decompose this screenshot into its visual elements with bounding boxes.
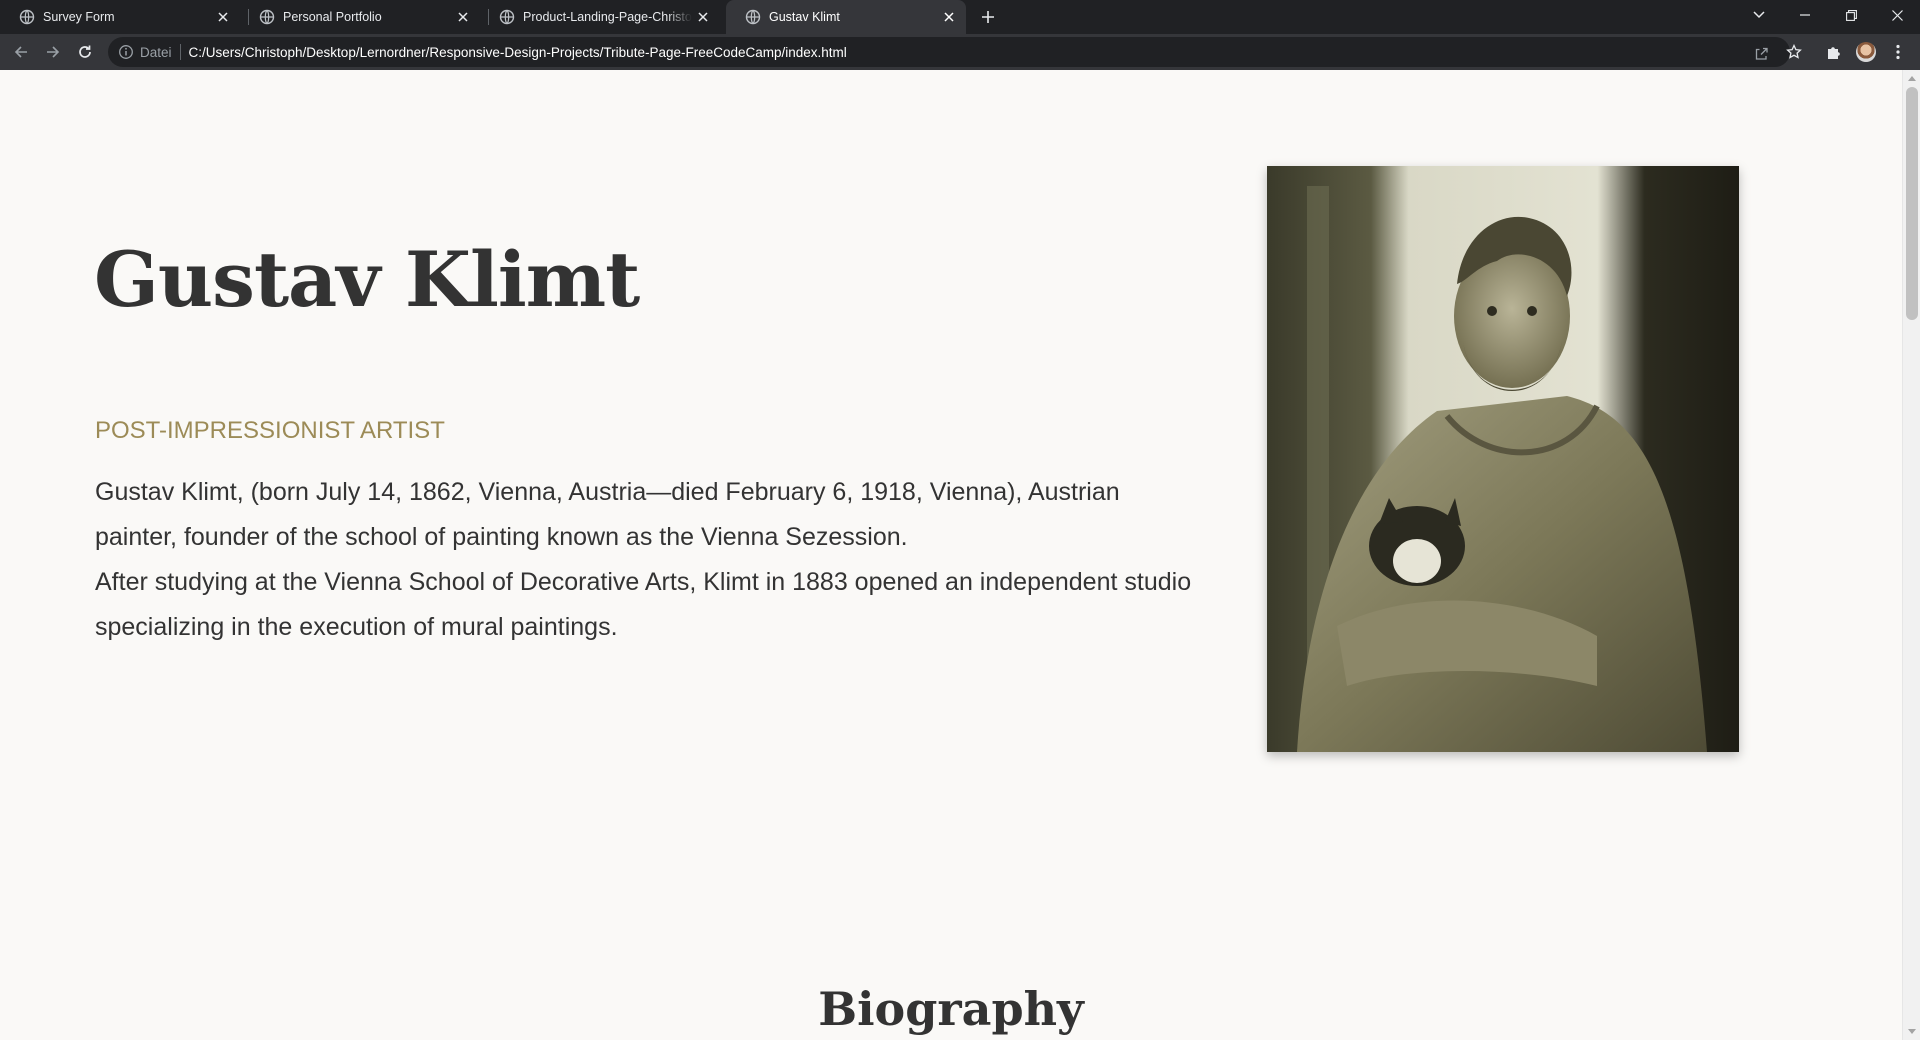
scroll-up-arrow-icon[interactable] xyxy=(1908,76,1916,81)
arrow-left-icon xyxy=(14,46,27,58)
restore-button[interactable] xyxy=(1828,0,1874,30)
profile-button[interactable] xyxy=(1853,39,1879,65)
globe-icon xyxy=(745,9,761,25)
new-tab-button[interactable] xyxy=(976,5,1000,29)
klimt-portrait-image xyxy=(1267,166,1739,752)
scrollbar-thumb[interactable] xyxy=(1906,87,1918,320)
back-button[interactable] xyxy=(8,39,34,65)
minimize-button[interactable] xyxy=(1782,0,1828,30)
reload-icon xyxy=(79,45,91,58)
globe-icon xyxy=(19,9,35,25)
tab-search-button[interactable] xyxy=(1736,0,1782,30)
url-text[interactable]: C:/Users/Christoph/Desktop/Lernordner/Re… xyxy=(189,45,847,60)
biography-heading: Biography xyxy=(818,982,1084,1036)
share-button[interactable] xyxy=(1750,42,1772,64)
menu-button[interactable] xyxy=(1885,39,1911,65)
restore-icon xyxy=(1845,9,1857,21)
tab-title: Survey Form xyxy=(43,10,115,24)
plus-icon xyxy=(982,11,994,23)
intro-paragraph-1: Gustav Klimt, (born July 14, 1862, Vienn… xyxy=(95,478,1120,551)
close-tab-icon[interactable] xyxy=(938,6,960,28)
browser-toolbar: Datei C:/Users/Christoph/Desktop/Lernord… xyxy=(0,34,1920,70)
tab-strip: Survey Form Personal Portfolio Product-L… xyxy=(0,0,1920,34)
close-icon xyxy=(1891,9,1903,21)
close-tab-icon[interactable] xyxy=(692,6,714,28)
tab-survey-form[interactable]: Survey Form xyxy=(0,0,240,34)
extensions-button[interactable] xyxy=(1821,39,1847,65)
intro-paragraph-2: After studying at the Vienna School of D… xyxy=(95,568,1192,641)
intro-text: Gustav Klimt, (born July 14, 1862, Vienn… xyxy=(95,470,1195,650)
scroll-down-arrow-icon[interactable] xyxy=(1908,1029,1916,1034)
tab-personal-portfolio[interactable]: Personal Portfolio xyxy=(240,0,480,34)
tab-product-landing-page[interactable]: Product-Landing-Page-Christoph xyxy=(480,0,720,34)
address-bar[interactable]: Datei C:/Users/Christoph/Desktop/Lernord… xyxy=(108,37,1790,67)
tab-title: Gustav Klimt xyxy=(769,10,840,24)
tab-title: Product-Landing-Page-Christoph xyxy=(523,10,692,24)
page-subtitle: POST-IMPRESSIONIST ARTIST xyxy=(95,417,445,444)
close-tab-icon[interactable] xyxy=(212,6,234,28)
tab-gustav-klimt[interactable]: Gustav Klimt xyxy=(726,0,966,34)
page-scrollbar[interactable] xyxy=(1902,70,1920,1040)
close-window-button[interactable] xyxy=(1874,0,1920,30)
globe-icon xyxy=(499,9,515,25)
minimize-icon xyxy=(1800,14,1810,16)
page-title: Gustav Klimt xyxy=(94,235,640,324)
close-tab-icon[interactable] xyxy=(452,6,474,28)
chevron-down-icon xyxy=(1753,11,1765,19)
arrow-right-icon xyxy=(47,46,60,58)
reload-button[interactable] xyxy=(72,39,98,65)
avatar xyxy=(1856,42,1876,62)
globe-icon xyxy=(259,9,275,25)
url-scheme-label: Datei xyxy=(140,44,172,60)
more-vert-icon xyxy=(1896,44,1900,60)
star-icon xyxy=(1786,44,1802,59)
bookmark-button[interactable] xyxy=(1781,39,1807,65)
puzzle-icon xyxy=(1828,47,1840,59)
forward-button[interactable] xyxy=(40,39,66,65)
share-icon xyxy=(1755,47,1768,60)
url-divider xyxy=(179,44,181,60)
tab-title: Personal Portfolio xyxy=(283,10,382,24)
page-viewport: Gustav Klimt POST-IMPRESSIONIST ARTIST G… xyxy=(0,70,1902,1040)
info-icon[interactable] xyxy=(118,44,134,60)
